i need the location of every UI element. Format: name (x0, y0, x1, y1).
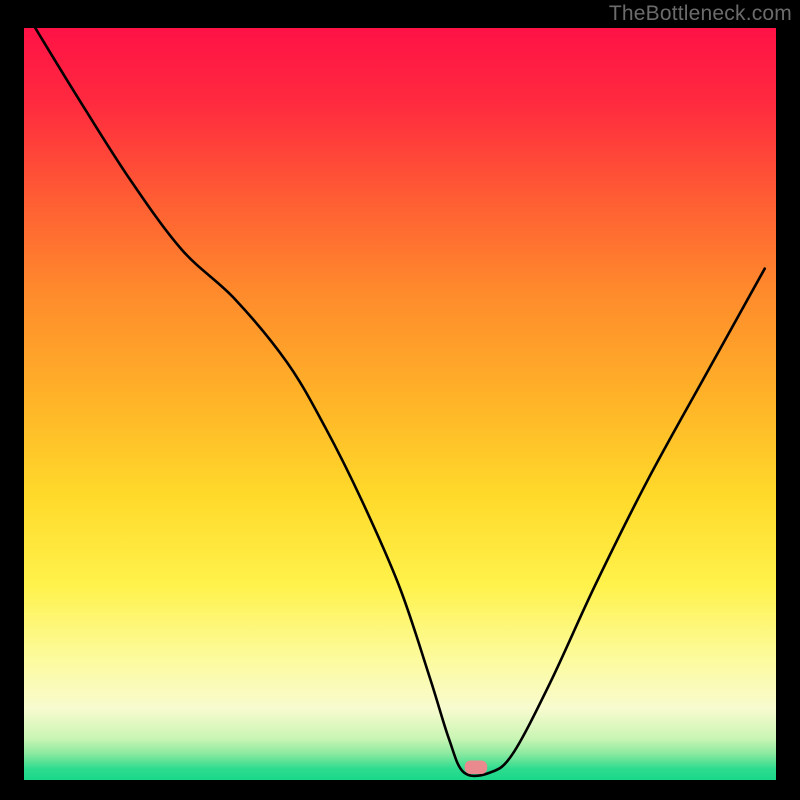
plot-area (24, 28, 776, 780)
optimum-marker (465, 760, 488, 774)
gradient-background (24, 28, 776, 780)
watermark-text: TheBottleneck.com (609, 2, 792, 26)
plot-svg (24, 28, 776, 780)
chart-frame: TheBottleneck.com (0, 0, 800, 800)
